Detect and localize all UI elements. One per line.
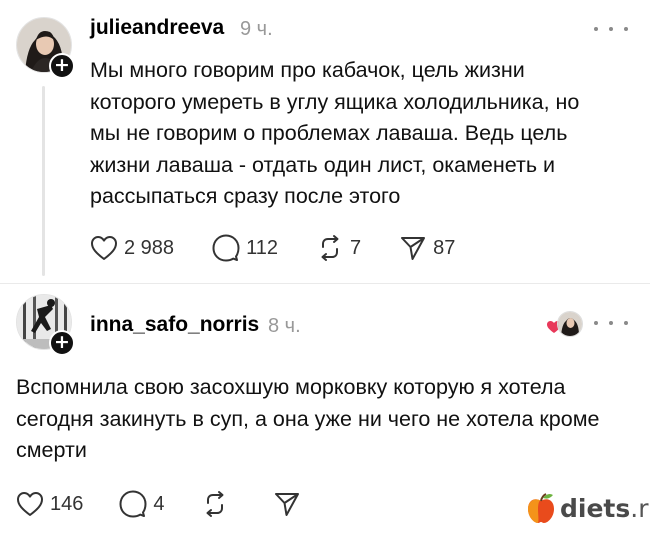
- repost-icon: [206, 491, 223, 517]
- username[interactable]: inna_safo_norris: [90, 313, 259, 337]
- like-count: 2 988: [124, 236, 175, 259]
- comment-icon: [212, 234, 240, 262]
- like-button[interactable]: 2 988: [90, 235, 174, 261]
- repost-button[interactable]: [201, 490, 229, 518]
- more-dots-icon[interactable]: [594, 19, 628, 39]
- follow-plus-icon[interactable]: +: [49, 53, 75, 79]
- avatar-inna-safo-norris[interactable]: +: [16, 294, 75, 356]
- reply-count: 4: [153, 492, 165, 515]
- like-button[interactable]: 146: [16, 491, 83, 517]
- thread-line: [42, 86, 45, 276]
- action-bar: 2 988 112 7 87: [90, 234, 455, 262]
- post-julieandreeva: + julieandreeva 9 ч. Мы много говорим пр…: [0, 0, 650, 283]
- watermark-text: diets.ru: [560, 494, 650, 523]
- heart-icon: [17, 492, 43, 516]
- share-count: 87: [433, 236, 456, 259]
- liker-avatar: [557, 311, 583, 337]
- share-button[interactable]: [273, 490, 301, 518]
- repost-count: 7: [349, 236, 362, 259]
- repost-button[interactable]: 7: [316, 234, 361, 262]
- follow-plus-icon[interactable]: +: [49, 330, 75, 356]
- action-bar: 146 4: [16, 490, 301, 518]
- send-icon: [401, 237, 426, 260]
- timestamp: 9 ч.: [240, 18, 273, 40]
- post-text: Мы много говорим про кабачок, цель жизни…: [90, 58, 580, 208]
- send-icon: [274, 493, 299, 516]
- watermark-tld: .ru: [630, 493, 650, 523]
- timestamp: 8 ч.: [268, 315, 301, 337]
- reply-count: 112: [246, 236, 278, 259]
- share-button[interactable]: 87: [399, 234, 455, 262]
- watermark-name: diets: [560, 493, 631, 523]
- post-text: Вспомнила свою засохшую морковку которую…: [16, 375, 600, 462]
- username[interactable]: julieandreeva: [90, 16, 224, 40]
- avatar-julieandreeva[interactable]: +: [16, 17, 75, 79]
- comment-icon: [119, 490, 147, 518]
- diets-ru-logo: diets.ru: [526, 492, 650, 524]
- more-dots-icon[interactable]: [594, 313, 628, 333]
- heart-icon: [91, 236, 117, 260]
- like-count: 146: [50, 492, 84, 515]
- apple-icon: [528, 493, 554, 523]
- liked-by-author-indicator: [544, 311, 584, 337]
- repost-icon: [321, 235, 339, 261]
- reply-button[interactable]: 4: [119, 490, 165, 518]
- reply-button[interactable]: 112: [212, 234, 278, 262]
